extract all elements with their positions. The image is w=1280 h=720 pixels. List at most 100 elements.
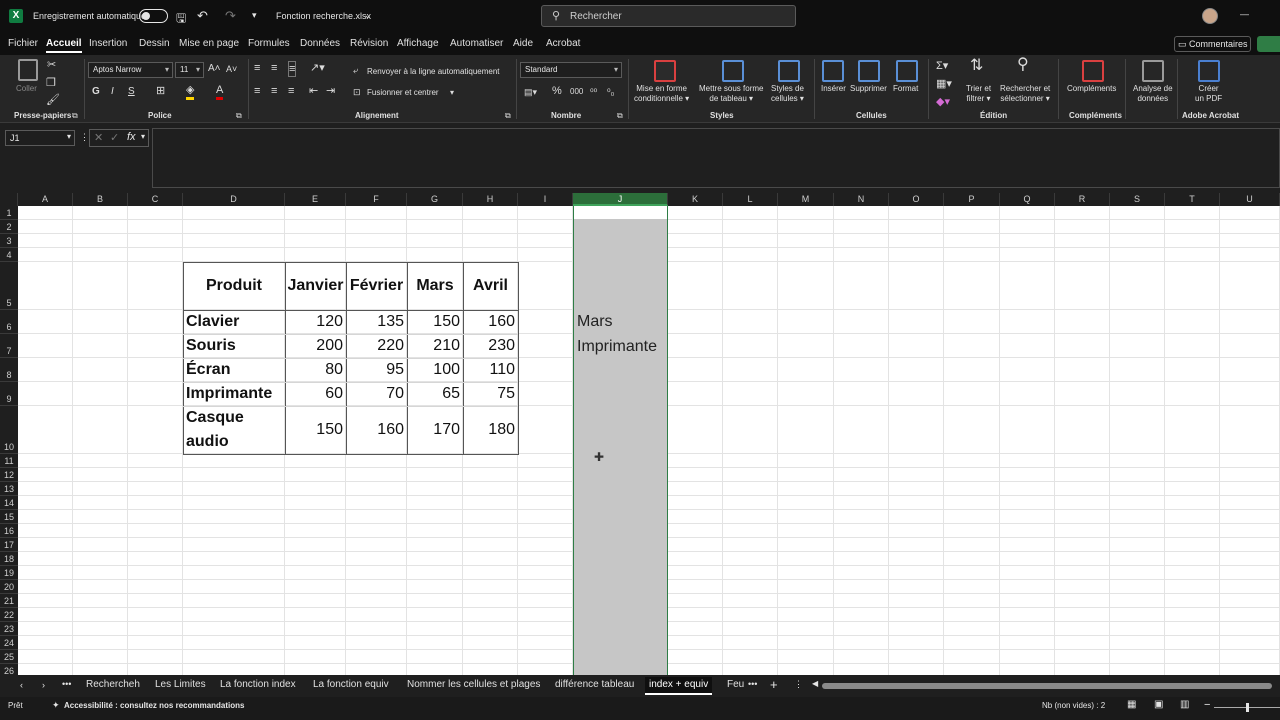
minimize-icon[interactable]: — [1240,9,1249,19]
table-value-cell[interactable]: 230 [463,334,515,358]
tab-formules[interactable]: Formules [248,38,290,49]
analyze-data-icon[interactable] [1142,60,1164,82]
save-icon[interactable]: 🖫 [176,9,186,30]
more-sheets-left-icon[interactable]: ••• [62,679,71,689]
column-header-s[interactable]: S [1110,193,1165,206]
row-header-21[interactable]: 21 [0,594,18,608]
row-header-18[interactable]: 18 [0,552,18,566]
sort-filter-icon[interactable]: ⇅ [970,58,983,74]
row-header-15[interactable]: 15 [0,510,18,524]
conditional-formatting-label[interactable]: Mise en forme conditionnelle ▾ [634,84,689,104]
row-header-9[interactable]: 9 [0,382,18,406]
name-box[interactable]: J1 ▾ [5,130,75,146]
column-header-o[interactable]: O [889,193,944,206]
table-header-cell[interactable]: Février [346,262,407,310]
table-product-cell[interactable]: Clavier [186,310,285,334]
sheet-options-icon[interactable]: ⋮ [794,679,803,690]
tab-automatiser[interactable]: Automatiser [450,38,503,49]
redo-icon[interactable]: ↷ [225,8,236,24]
add-sheet-icon[interactable]: + [770,677,778,692]
row-header-13[interactable]: 13 [0,482,18,496]
align-left-icon[interactable]: ≡ [254,84,260,98]
row-header-17[interactable]: 17 [0,538,18,552]
table-value-cell[interactable]: 150 [285,406,343,454]
next-sheet-icon[interactable]: › [42,680,45,690]
table-value-cell[interactable]: 200 [285,334,343,358]
table-value-cell[interactable]: 160 [463,310,515,334]
table-value-cell[interactable]: 170 [407,406,460,454]
table-value-cell[interactable]: 160 [346,406,404,454]
table-value-cell[interactable]: 180 [463,406,515,454]
row-header-11[interactable]: 11 [0,454,18,468]
table-product-cell[interactable]: Imprimante [186,382,285,406]
column-header-e[interactable]: E [285,193,346,206]
borders-icon[interactable]: ⊞ [156,84,165,98]
cell-styles-icon[interactable] [778,60,800,82]
find-select-icon[interactable]: ⚲ [1017,57,1029,73]
insert-cells-icon[interactable] [822,60,844,82]
column-header-d[interactable]: D [183,193,285,206]
table-value-cell[interactable]: 150 [407,310,460,334]
table-value-cell[interactable]: 220 [346,334,404,358]
decrease-indent-icon[interactable]: ⇤ [309,84,318,98]
font-size-combo[interactable]: 11 [175,62,204,78]
sheet-tab-feu[interactable]: Feu [727,679,744,690]
column-header-i[interactable]: I [518,193,573,206]
filename-chevron-icon[interactable]: ⌄ [364,10,372,21]
table-value-cell[interactable]: 65 [407,382,460,406]
formula-input[interactable] [152,128,1280,188]
table-header-cell[interactable]: Avril [463,262,518,310]
fx-dropdown-icon[interactable]: ▾ [141,132,145,141]
tab-donnees[interactable]: Données [300,38,340,49]
tab-mise-en-page[interactable]: Mise en page [179,38,239,49]
fill-icon[interactable]: ▦▾ [936,77,952,91]
table-value-cell[interactable]: 210 [407,334,460,358]
row-header-19[interactable]: 19 [0,566,18,580]
column-header-g[interactable]: G [407,193,463,206]
row-header-26[interactable]: 26 [0,664,18,675]
autosave-toggle[interactable] [139,9,168,23]
name-box-dropdown-icon[interactable]: ▾ [67,132,71,141]
comma-style-icon[interactable]: 000 [570,85,583,99]
column-header-t[interactable]: T [1165,193,1220,206]
horizontal-scrollbar[interactable] [822,683,1272,689]
merge-center-icon[interactable]: ⊡ [353,85,361,99]
bold-button[interactable]: G [92,85,100,99]
more-sheets-right-icon[interactable]: ••• [748,679,757,689]
table-product-cell[interactable]: Casque audio [186,406,244,454]
cell-styles-label[interactable]: Styles de cellules ▾ [771,84,804,104]
row-header-20[interactable]: 20 [0,580,18,594]
increase-indent-icon[interactable]: ⇥ [326,84,335,98]
underline-button[interactable]: S [128,85,135,99]
wrap-text-icon[interactable]: ⤶ [353,63,358,77]
active-cell-j1[interactable] [574,206,667,219]
column-header-f[interactable]: F [346,193,407,206]
number-format-combo[interactable]: Standard [520,62,622,78]
row-header-6[interactable]: 6 [0,310,18,334]
table-value-cell[interactable]: 110 [463,358,515,382]
table-header-cell[interactable]: Produit [183,262,285,310]
column-header-k[interactable]: K [668,193,723,206]
avatar[interactable] [1202,8,1218,24]
clipboard-launcher-icon[interactable]: ⧉ [72,109,78,123]
align-bottom-icon[interactable]: ≡ [288,61,297,77]
cell-j6[interactable]: Mars [577,313,613,331]
table-value-cell[interactable]: 120 [285,310,343,334]
delete-cells-icon[interactable] [858,60,880,82]
tab-acrobat[interactable]: Acrobat [546,38,580,49]
comments-button[interactable]: ▭ Commentaires [1174,36,1251,52]
sheet-tab-fonction-index[interactable]: La fonction index [220,679,296,690]
table-value-cell[interactable]: 60 [285,382,343,406]
filename[interactable]: Fonction recherche.xlsx [276,11,371,21]
align-top-icon[interactable]: ≡ [254,61,260,75]
normal-view-icon[interactable]: ▦ [1127,699,1136,710]
table-product-cell[interactable]: Écran [186,358,285,382]
align-right-icon[interactable]: ≡ [288,84,294,98]
merge-dropdown-icon[interactable]: ▾ [450,86,454,100]
sheet-tab-difference-tableau[interactable]: différence tableau [555,679,634,690]
column-header-q[interactable]: Q [1000,193,1055,206]
formula-options-icon[interactable]: ⋮ [80,132,89,143]
enter-icon[interactable]: ✓ [110,131,119,144]
table-value-cell[interactable]: 135 [346,310,404,334]
align-center-icon[interactable]: ≡ [271,84,277,98]
